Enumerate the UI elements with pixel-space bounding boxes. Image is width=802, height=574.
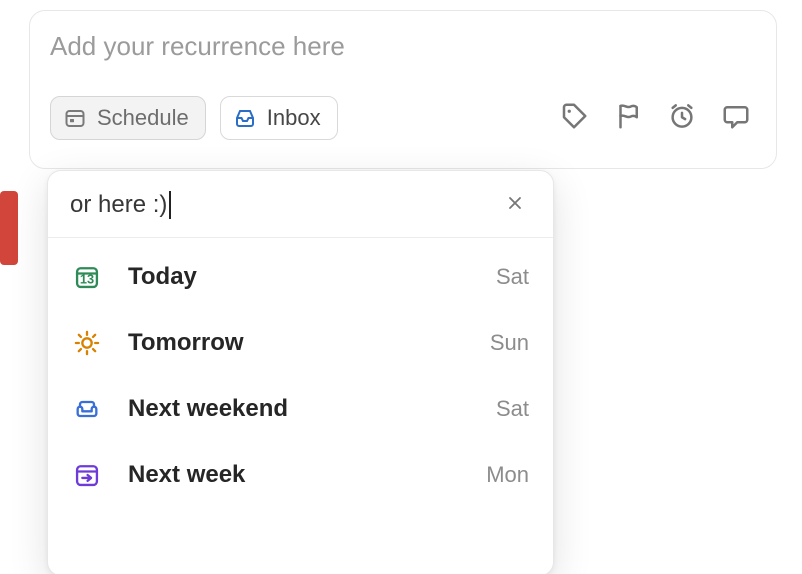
schedule-option-label: Tomorrow — [128, 329, 464, 357]
tag-icon — [559, 101, 589, 136]
sofa-icon — [72, 394, 102, 424]
schedule-button[interactable]: Schedule — [50, 96, 206, 140]
set-priority-button[interactable] — [608, 98, 648, 138]
close-icon — [505, 193, 525, 218]
schedule-option-label: Next weekend — [128, 395, 470, 423]
calendar-icon — [63, 106, 87, 130]
add-label-button[interactable] — [554, 98, 594, 138]
schedule-option-label: Today — [128, 263, 470, 291]
schedule-option-meta: Sat — [496, 396, 529, 422]
schedule-option-meta: Sun — [490, 330, 529, 356]
alarm-clock-icon — [667, 101, 697, 136]
sun-icon — [72, 328, 102, 358]
schedule-option-next-weekend[interactable]: Next weekend Sat — [48, 376, 553, 442]
comment-icon — [721, 101, 751, 136]
schedule-option-meta: Mon — [486, 462, 529, 488]
clear-search-button[interactable] — [499, 189, 531, 221]
schedule-option-tomorrow[interactable]: Tomorrow Sun — [48, 310, 553, 376]
priority-color-indicator — [0, 191, 18, 265]
schedule-search-row: or here :) — [48, 171, 553, 238]
schedule-button-label: Schedule — [97, 105, 189, 131]
inbox-tray-icon — [233, 106, 257, 130]
set-reminder-button[interactable] — [662, 98, 702, 138]
task-editor-card: Schedule Inbox — [29, 10, 777, 169]
flag-icon — [613, 101, 643, 136]
schedule-options-list: 13 Today Sat — [48, 238, 553, 514]
calendar-13-icon: 13 — [72, 262, 102, 292]
task-title-input[interactable] — [50, 27, 756, 62]
schedule-option-label: Next week — [128, 461, 460, 489]
task-toolbar: Schedule Inbox — [50, 96, 756, 140]
inbox-button[interactable]: Inbox — [220, 96, 338, 140]
schedule-option-next-week[interactable]: Next week Mon — [48, 442, 553, 508]
inbox-button-label: Inbox — [267, 105, 321, 131]
add-comment-button[interactable] — [716, 98, 756, 138]
schedule-popover: or here :) 13 Today Sat — [47, 170, 554, 574]
schedule-option-today[interactable]: 13 Today Sat — [48, 244, 553, 310]
schedule-option-meta: Sat — [496, 264, 529, 290]
arrow-box-icon — [72, 460, 102, 490]
svg-text:13: 13 — [80, 271, 94, 286]
